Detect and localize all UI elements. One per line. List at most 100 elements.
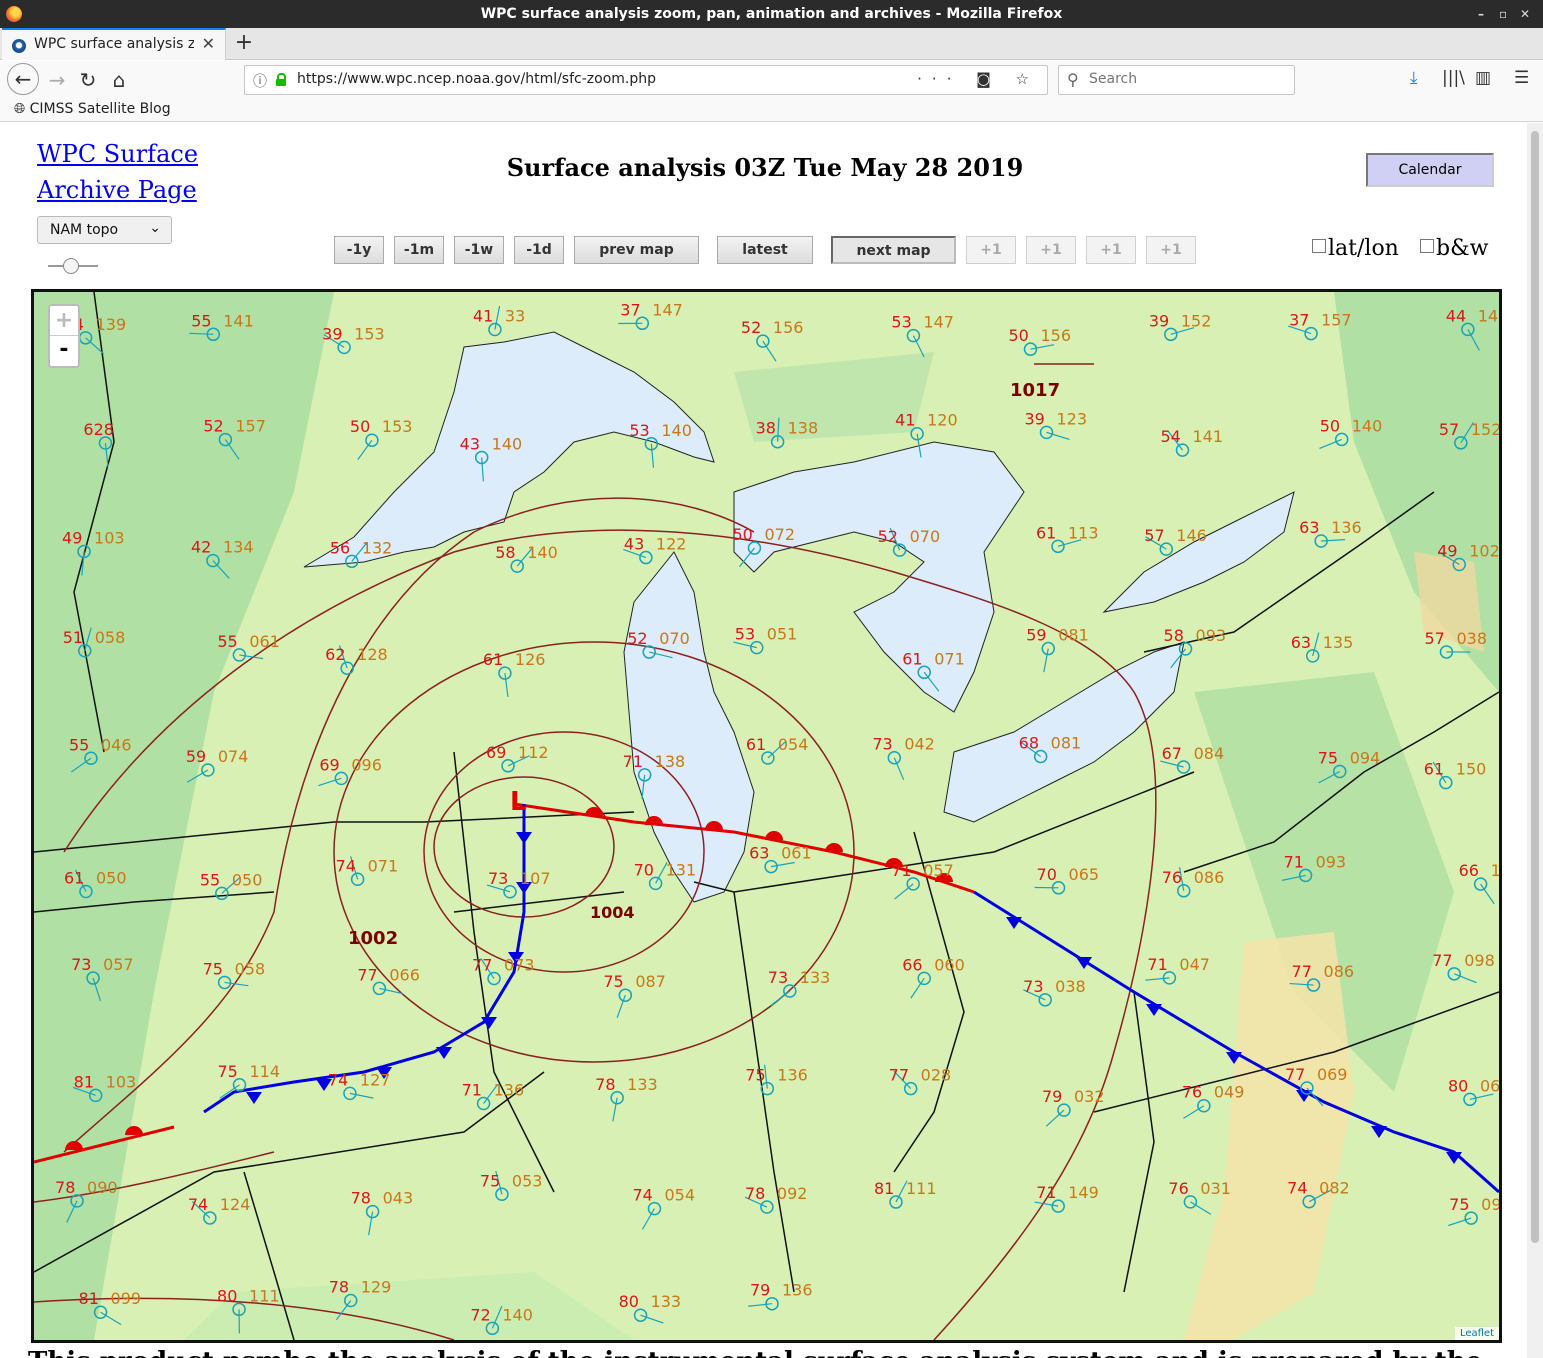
opacity-slider[interactable] [48, 258, 98, 274]
maximize-icon[interactable]: ▫ [1499, 0, 1507, 28]
lake-ontario [1102, 491, 1295, 613]
station-temperature: 44 [1446, 306, 1466, 325]
latest-button[interactable]: latest [717, 236, 813, 264]
wind-barb-icon [368, 1211, 374, 1236]
station-pressure: 071 [368, 856, 399, 875]
station-pressure: 152 [1181, 311, 1212, 330]
station-plot: 39 153 [322, 324, 385, 355]
station-plot: 75 058 [203, 959, 265, 990]
station-pressure: 141 [1192, 427, 1223, 446]
wind-barb-icon [748, 1303, 773, 1307]
prev-map-button[interactable]: prev map [574, 236, 699, 264]
station-pressure: 127 [360, 1070, 391, 1089]
reload-button[interactable]: ↻ [73, 65, 103, 95]
library-icon[interactable]: |||\ [1442, 68, 1465, 88]
zoom-in-button[interactable]: + [50, 306, 78, 336]
station-pressure: 140 [1352, 416, 1383, 435]
bw-checkbox[interactable] [1420, 239, 1434, 253]
description-text: This product psmhe the analysis of the i… [28, 1347, 1482, 1358]
minus-1-week-button[interactable]: -1w [454, 236, 504, 264]
minus-1-year-button[interactable]: -1y [334, 236, 384, 264]
station-plot: 73 042 [872, 735, 935, 781]
station-plot: 41 33 [473, 305, 525, 337]
station-temperature: 76 [1162, 868, 1182, 887]
station-pressure: 049 [1214, 1083, 1245, 1102]
station-pressure: 136 [494, 1081, 525, 1100]
forward-button[interactable]: → [42, 65, 72, 95]
station-temperature: 59 [186, 747, 206, 766]
surface-analysis-map[interactable]: 1017 1002 1004 L 54 139 55 141 39 153 41 33 37 14… [31, 289, 1502, 1343]
address-bar[interactable]: ⓘ https://www.wpc.ncep.noaa.gov/html/sfc… [244, 65, 1048, 95]
wind-barb-icon [612, 1097, 618, 1122]
station-temperature: 73 [872, 735, 892, 754]
sidebar-icon[interactable]: ▥ [1475, 68, 1491, 88]
station-temperature: 78 [745, 1184, 765, 1203]
minus-1-day-button[interactable]: -1d [514, 236, 564, 264]
calendar-button[interactable]: Calendar [1366, 153, 1494, 187]
station-pressure: 135 [1323, 633, 1354, 652]
wind-barb-icon [1045, 1109, 1065, 1127]
station-plot: 70 065 [1034, 865, 1099, 895]
back-button[interactable]: ← [7, 63, 39, 95]
search-box[interactable]: ⚲ [1058, 65, 1295, 95]
station-plot: 69 112 [486, 743, 549, 773]
latlon-checkbox[interactable] [1312, 239, 1326, 253]
station-pressure: 090 [87, 1178, 118, 1197]
plus-1-button[interactable]: +1 [1146, 236, 1196, 264]
bw-toggle[interactable]: b&w [1420, 236, 1489, 261]
station-temperature: 71 [1147, 955, 1167, 974]
station-temperature: 74 [328, 1070, 348, 1089]
new-tab-button[interactable]: + [232, 30, 256, 56]
station-plot: 50 156 [1009, 326, 1071, 356]
minus-1-month-button[interactable]: -1m [394, 236, 444, 264]
leaflet-attribution[interactable]: Leaflet [1454, 1327, 1499, 1340]
bookmark-cimss[interactable]: 🌐︎ CIMSS Satellite Blog [14, 101, 171, 117]
next-map-button[interactable]: next map [831, 236, 956, 264]
page-actions-icon[interactable]: ··· ◙ ☆ [917, 70, 1039, 88]
base-map-select[interactable]: NAM topo ⌄ [37, 216, 172, 244]
station-temperature: 50 [732, 525, 752, 544]
station-temperature: 70 [1037, 865, 1057, 884]
station-pressure: 138 [655, 752, 686, 771]
archive-link-line2: Archive Page [37, 176, 197, 204]
noaa-favicon-icon [12, 39, 26, 53]
zoom-out-button[interactable]: - [50, 336, 78, 366]
menu-icon[interactable]: ☰ [1514, 68, 1529, 88]
station-temperature: 55 [200, 870, 220, 889]
downloads-icon[interactable]: ⤓ [1410, 68, 1418, 88]
plus-1-button[interactable]: +1 [1026, 236, 1076, 264]
site-info-icon[interactable]: ⓘ [253, 71, 267, 91]
archive-link-line1: WPC Surface [37, 140, 199, 168]
station-plot: 66 134 [1459, 861, 1499, 905]
map-canvas[interactable]: 1017 1002 1004 L 54 139 55 141 39 153 41 33 37 14… [34, 292, 1499, 1340]
station-temperature: 55 [191, 311, 211, 330]
plus-1-button[interactable]: +1 [966, 236, 1016, 264]
lake-erie [943, 641, 1185, 823]
search-input[interactable] [1089, 71, 1279, 87]
station-plot: 74 124 [188, 1195, 250, 1225]
wind-barb-icon [504, 673, 509, 697]
station-plot: 74 127 [328, 1070, 391, 1101]
close-tab-icon[interactable]: ✕ [202, 34, 215, 53]
tab-wpc-surface[interactable]: WPC surface analysis zo ✕ [2, 28, 226, 60]
wind-barb-icon [650, 443, 655, 468]
station-pressure: 098 [1464, 951, 1495, 970]
station-temperature: 43 [624, 535, 644, 554]
latlon-toggle[interactable]: lat/lon [1312, 236, 1399, 261]
url-text[interactable]: https://www.wpc.ncep.noaa.gov/html/sfc-z… [297, 71, 656, 87]
station-temperature: 70 [634, 860, 654, 879]
minimize-icon[interactable]: – [1478, 0, 1484, 28]
close-window-icon[interactable]: ✕ [1520, 0, 1530, 28]
page-content: WPC Surface Archive Page Surface analysi… [0, 123, 1527, 1358]
archive-page-link[interactable]: WPC Surface Archive Page [37, 136, 198, 208]
station-pressure: 107 [520, 869, 551, 888]
plus-1-button[interactable]: +1 [1086, 236, 1136, 264]
home-button[interactable]: ⌂ [104, 65, 134, 95]
slider-handle[interactable] [63, 258, 79, 274]
lock-icon [275, 73, 286, 86]
tab-strip: WPC surface analysis zo ✕ + [0, 28, 1543, 60]
cold-front-triangle [246, 1092, 262, 1104]
scrollbar-thumb[interactable] [1531, 131, 1539, 1243]
station-temperature: 50 [1320, 416, 1340, 435]
page-scrollbar[interactable] [1527, 123, 1543, 1358]
